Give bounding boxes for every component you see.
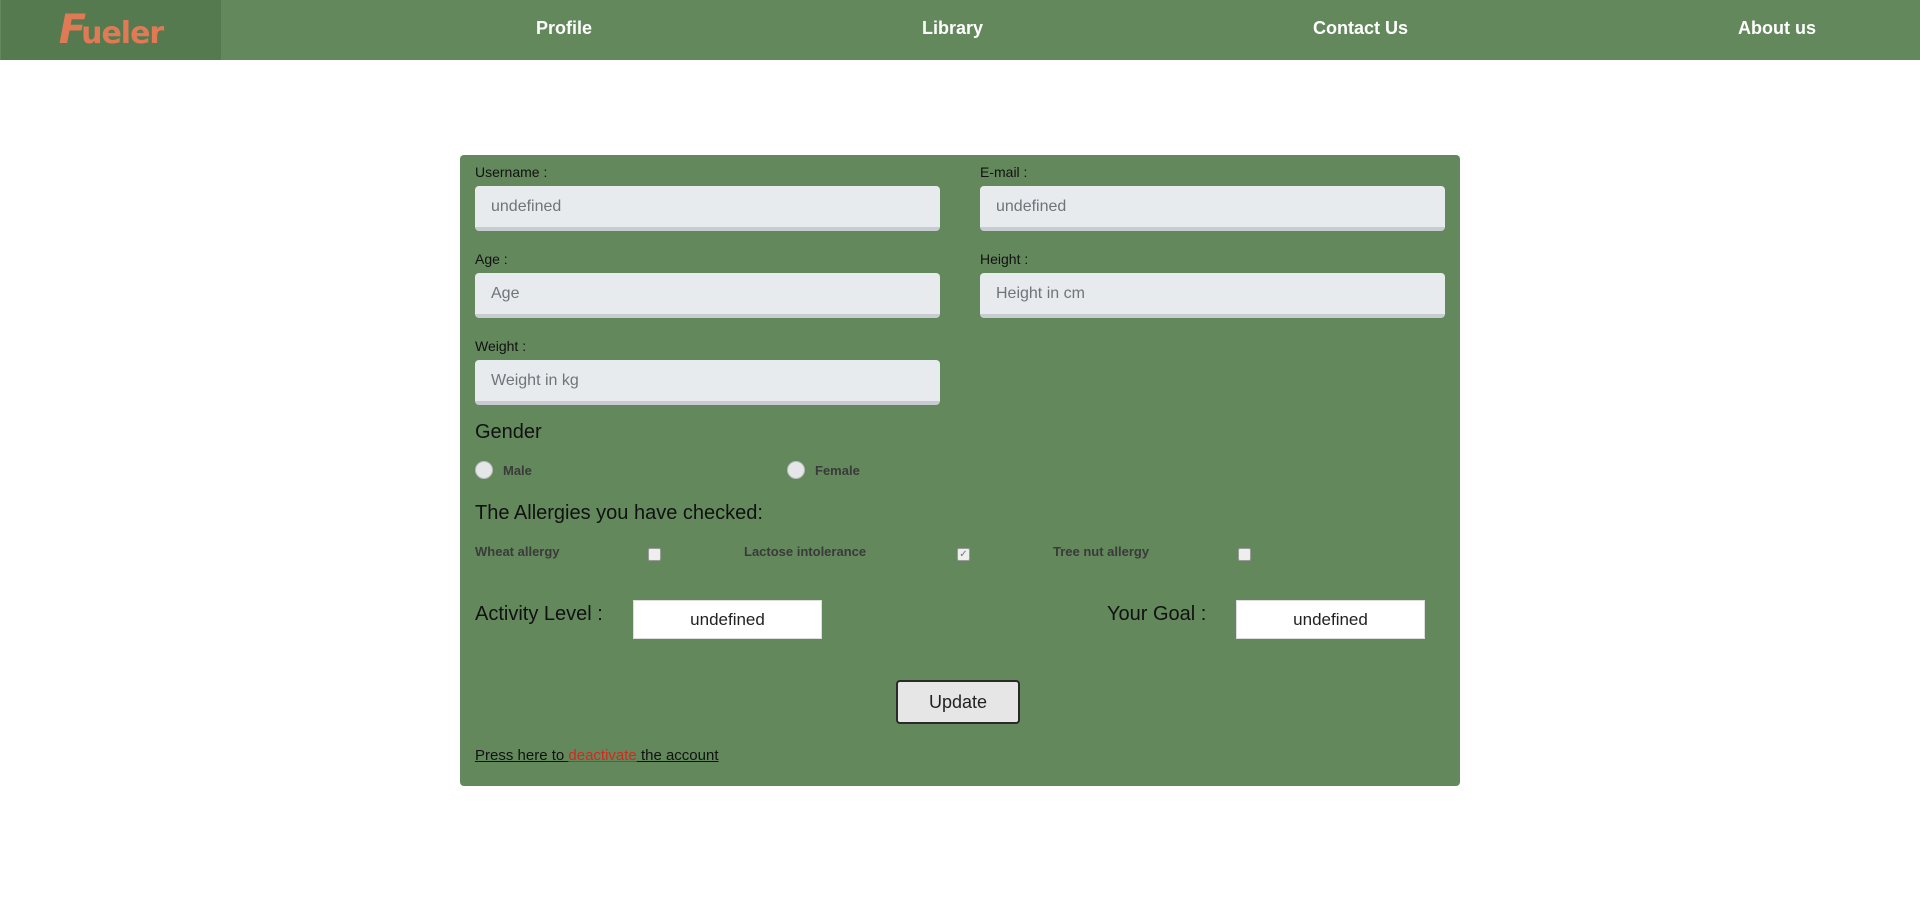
deactivate-prefix: Press here to: [475, 747, 569, 764]
username-label: Username :: [475, 164, 548, 180]
goal-label: Your Goal :: [1107, 603, 1207, 625]
gender-female-label: Female: [815, 463, 860, 478]
deactivate-link[interactable]: deactivate: [568, 747, 636, 764]
gender-male-label: Male: [503, 463, 532, 478]
nav-link-about-us[interactable]: About us: [1738, 18, 1816, 39]
update-button[interactable]: Update: [896, 680, 1020, 724]
wheat-allergy-checkbox[interactable]: [648, 548, 661, 561]
weight-input[interactable]: [475, 360, 940, 405]
nav-link-contact-us[interactable]: Contact Us: [1313, 18, 1408, 39]
logo-text: Fueler: [59, 7, 164, 53]
age-label: Age :: [475, 251, 508, 267]
goal-select[interactable]: undefined: [1236, 600, 1425, 639]
age-input[interactable]: [475, 273, 940, 318]
top-navbar: Fueler Profile Library Contact Us About …: [0, 0, 1920, 60]
tree-nut-allergy-checkbox[interactable]: [1238, 548, 1251, 561]
wheat-allergy-label: Wheat allergy: [475, 544, 560, 559]
activity-level-label: Activity Level :: [475, 603, 603, 625]
logo-rest: ueler: [81, 16, 164, 51]
deactivate-suffix: the account: [636, 747, 719, 764]
email-input[interactable]: [980, 186, 1445, 231]
activity-level-select[interactable]: undefined: [633, 600, 822, 639]
allergies-heading: The Allergies you have checked:: [475, 502, 763, 524]
email-label: E-mail :: [980, 164, 1028, 180]
lactose-intolerance-checkbox[interactable]: ✓: [957, 548, 970, 561]
lactose-intolerance-label: Lactose intolerance: [744, 544, 867, 559]
weight-label: Weight :: [475, 338, 527, 354]
gender-male-radio[interactable]: [475, 461, 493, 479]
height-input[interactable]: [980, 273, 1445, 318]
gender-female-radio[interactable]: [787, 461, 805, 479]
tree-nut-allergy-label: Tree nut allergy: [1053, 544, 1150, 559]
logo[interactable]: Fueler: [1, 0, 221, 60]
deactivate-notice: Press here to deactivate the account: [475, 747, 719, 764]
profile-form-card: Username : E-mail : Age : Height : Weigh…: [460, 155, 1460, 786]
gender-heading: Gender: [475, 421, 542, 443]
checkmark-icon: ✓: [959, 549, 968, 560]
username-input[interactable]: [475, 186, 940, 231]
nav-link-library[interactable]: Library: [922, 18, 983, 39]
nav-link-profile[interactable]: Profile: [536, 18, 592, 39]
height-label: Height :: [980, 251, 1029, 267]
